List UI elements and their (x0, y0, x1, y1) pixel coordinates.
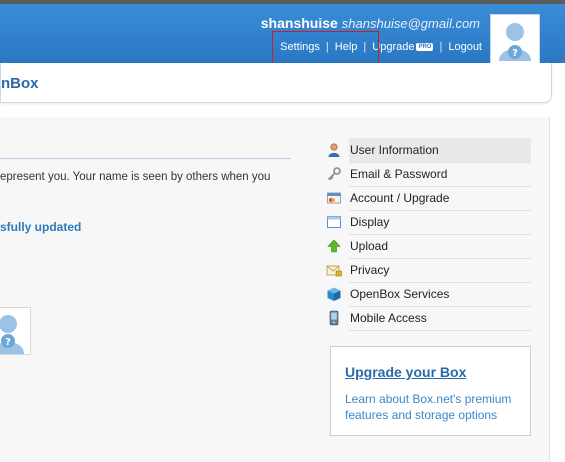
upgrade-promo-box: Upgrade your Box Learn about Box.net's p… (330, 346, 531, 436)
logout-link[interactable]: Logout (448, 41, 482, 53)
success-message: sfully updated (0, 220, 82, 234)
account-identity: shanshuise shanshuise@gmail.com (261, 15, 480, 31)
upgrade-link[interactable]: Upgrade PRO (372, 41, 434, 53)
sidebar-item-label: Display (349, 210, 531, 235)
user-icon (328, 143, 340, 157)
page-title: nBox (1, 75, 39, 92)
sidebar-item-label: Account / Upgrade (349, 186, 531, 211)
window-icon (327, 216, 341, 228)
svg-text:?: ? (512, 48, 518, 59)
username: shanshuise (260, 15, 338, 31)
sidebar-item-upload[interactable]: Upload (322, 234, 531, 259)
sidebar-item-label: Mobile Access (349, 306, 531, 331)
pro-badge: PRO (416, 43, 434, 51)
sidebar-item-label: Email & Password (349, 162, 531, 187)
default-avatar-icon: ? (491, 15, 539, 63)
sidebar-item-privacy[interactable]: Privacy (322, 258, 531, 283)
profile-avatar[interactable]: ? (0, 307, 31, 355)
envelope-lock-icon (326, 265, 342, 277)
sidebar-item-user-information[interactable]: User Information (322, 138, 531, 163)
sidebar-item-openbox-services[interactable]: OpenBox Services (322, 282, 531, 307)
section-divider (0, 158, 291, 159)
svg-text:?: ? (5, 337, 11, 348)
sidebar-item-label: OpenBox Services (349, 282, 531, 307)
sidebar-item-account-upgrade[interactable]: Account / Upgrade (322, 186, 531, 211)
box-icon (327, 287, 341, 301)
sidebar-item-label: User Information (349, 138, 531, 163)
user-email: shanshuise@gmail.com (341, 16, 480, 31)
title-strip: nBox (0, 63, 552, 103)
sidebar-item-email-password[interactable]: Email & Password (322, 162, 531, 187)
upgrade-description: Learn about Box.net's premium features a… (345, 392, 512, 422)
key-icon (327, 167, 341, 181)
sidebar-item-label: Privacy (349, 258, 531, 283)
mobile-phone-icon (329, 310, 339, 326)
sidebar-item-label: Upload (349, 234, 531, 259)
nav-separator: | (439, 41, 443, 53)
intro-text: epresent you. Your name is seen by other… (0, 171, 271, 183)
account-card-icon (327, 192, 341, 204)
upgrade-your-box-link[interactable]: Upgrade your Box (345, 364, 466, 380)
default-avatar-icon: ? (0, 315, 24, 354)
header-avatar[interactable]: ? (490, 14, 540, 64)
upload-arrow-icon (327, 239, 341, 253)
settings-side-menu: User Information Email & Password Accoun… (322, 138, 531, 331)
sidebar-item-mobile-access[interactable]: Mobile Access (322, 306, 531, 331)
sidebar-item-display[interactable]: Display (322, 210, 531, 235)
